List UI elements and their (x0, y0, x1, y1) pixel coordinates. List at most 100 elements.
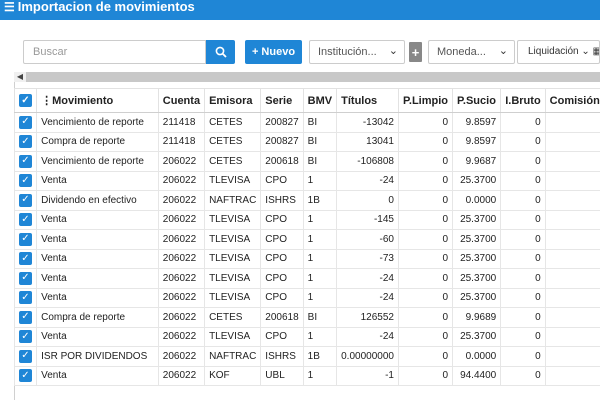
table-cell[interactable]: 0 (397, 209, 454, 230)
table-cell[interactable]: TLEVISA (204, 209, 262, 230)
table-cell[interactable]: 0 (500, 326, 546, 347)
table-cell[interactable]: BI (302, 112, 338, 133)
table-cell[interactable]: 0 (500, 190, 546, 211)
table-cell[interactable]: 0 (500, 209, 546, 230)
table-cell[interactable]: Dividendo en efectivo (36, 190, 159, 211)
table-cell[interactable]: 206022 (157, 307, 206, 328)
table-cell[interactable]: 0 (397, 248, 454, 269)
row-checkbox[interactable]: ✓ (13, 209, 38, 230)
table-cell[interactable]: 25.3700 (451, 326, 502, 347)
table-cell[interactable]: 0 (500, 365, 546, 386)
table-cell[interactable]: 0 (500, 287, 546, 308)
table-cell[interactable]: 1 (302, 248, 338, 269)
table-cell[interactable]: Venta (36, 326, 159, 347)
table-cell[interactable]: 1B (302, 190, 338, 211)
table-row[interactable]: ✓Venta206022TLEVISACPO1-24025.370000 (13, 287, 600, 308)
table-row[interactable]: ✓ Vencimiento de reporte 206022 CETES 200618… (13, 151, 600, 172)
table-cell[interactable]: 200618 (260, 151, 304, 172)
row-checkbox[interactable]: ✓ (13, 131, 38, 152)
table-cell[interactable]: Venta (36, 170, 159, 191)
row-checkbox[interactable]: ✓ (13, 170, 38, 191)
column-header-movimiento[interactable]: ⋮Movimiento (36, 88, 159, 113)
column-header-bmv[interactable]: BMV (302, 88, 338, 113)
column-header-emisora[interactable]: Emisora (204, 88, 262, 113)
table-cell[interactable]: 200618 (260, 307, 304, 328)
table-cell[interactable]: 1 (302, 287, 338, 308)
table-cell[interactable]: TLEVISA (204, 229, 262, 250)
table-cell[interactable]: Venta (36, 248, 159, 269)
table-row[interactable]: ✓ Vencimiento de reporte 211418 CETES 200827… (13, 112, 600, 133)
table-cell[interactable]: 206022 (157, 151, 206, 172)
table-cell[interactable]: Vencimiento de reporte (36, 112, 159, 133)
table-cell[interactable]: 0 (397, 307, 454, 328)
table-cell[interactable]: CPO (260, 287, 304, 308)
row-checkbox[interactable]: ✓ (13, 248, 38, 269)
table-cell[interactable]: CETES (204, 151, 262, 172)
table-cell[interactable]: ISR POR DIVIDENDOS (36, 346, 159, 367)
table-cell[interactable]: 0 (544, 268, 600, 289)
table-cell[interactable]: 0 (544, 326, 600, 347)
hamburger-icon[interactable]: ☰ (4, 0, 15, 14)
table-cell[interactable]: 206022 (157, 326, 206, 347)
table-cell[interactable]: 206022 (157, 268, 206, 289)
column-header-cuenta[interactable]: Cuenta (157, 88, 206, 113)
table-cell[interactable]: 1 (544, 229, 600, 250)
select-all-checkbox[interactable]: ✓ (13, 88, 38, 113)
table-cell[interactable]: 0 (397, 365, 454, 386)
table-cell[interactable]: CETES (204, 131, 262, 152)
table-cell[interactable]: Venta (36, 287, 159, 308)
table-cell[interactable]: 25.3700 (451, 287, 502, 308)
column-header-comision[interactable]: Comisión c (544, 88, 600, 113)
table-cell[interactable]: 9.9687 (451, 151, 502, 172)
table-cell[interactable]: 1B (302, 346, 338, 367)
table-cell[interactable]: 25.3700 (451, 209, 502, 230)
table-cell[interactable]: 0 (500, 112, 546, 133)
table-cell[interactable]: 211418 (157, 112, 206, 133)
row-checkbox[interactable]: ✓ (13, 326, 38, 347)
currency-select[interactable]: Moneda... ⌄ (428, 40, 515, 64)
table-cell[interactable]: -73 (336, 248, 399, 269)
table-row[interactable]: ✓Venta206022TLEVISACPO1-24025.370000 (13, 170, 600, 191)
row-checkbox[interactable]: ✓ (13, 287, 38, 308)
table-cell[interactable]: 0 (500, 248, 546, 269)
table-cell[interactable]: 206022 (157, 346, 206, 367)
table-cell[interactable]: -24 (336, 170, 399, 191)
table-cell[interactable]: Compra de reporte (36, 307, 159, 328)
search-input[interactable]: Buscar (23, 40, 206, 64)
table-cell[interactable]: 0 (500, 131, 546, 152)
table-cell[interactable]: 211418 (157, 131, 206, 152)
table-cell[interactable]: 25.3700 (451, 268, 502, 289)
table-cell[interactable]: 0 (397, 131, 454, 152)
table-cell[interactable]: TLEVISA (204, 287, 262, 308)
column-header-p-limpio[interactable]: P.Limpio (397, 88, 454, 113)
table-cell[interactable]: NAFTRAC (204, 190, 262, 211)
table-cell[interactable]: 1 (302, 209, 338, 230)
table-cell[interactable]: 0 (500, 170, 546, 191)
row-checkbox[interactable]: ✓ (13, 112, 38, 133)
table-cell[interactable]: 0 (397, 112, 454, 133)
table-cell[interactable]: 0 (500, 229, 546, 250)
table-row[interactable]: ✓Venta206022TLEVISACPO1-60025.370001 (13, 229, 600, 250)
table-cell[interactable]: 206022 (157, 365, 206, 386)
table-cell[interactable]: 0 (500, 307, 546, 328)
table-cell[interactable]: 126552 (336, 307, 399, 328)
table-cell[interactable]: BI (302, 131, 338, 152)
table-cell[interactable]: 13041 (336, 131, 399, 152)
table-cell[interactable]: Compra de reporte (36, 131, 159, 152)
table-cell[interactable]: 0 (500, 346, 546, 367)
table-cell[interactable]: 25.3700 (451, 170, 502, 191)
row-checkbox[interactable]: ✓ (13, 151, 38, 172)
table-cell[interactable]: 0 (397, 268, 454, 289)
table-cell[interactable] (544, 307, 600, 328)
table-cell[interactable]: UBL (260, 365, 304, 386)
table-cell[interactable]: 9.9689 (451, 307, 502, 328)
table-cell[interactable]: -1 (336, 365, 399, 386)
table-cell[interactable]: CPO (260, 268, 304, 289)
table-cell[interactable]: 0 (397, 190, 454, 211)
table-cell[interactable]: 0.0000 (451, 190, 502, 211)
table-cell[interactable]: CETES (204, 112, 262, 133)
table-row[interactable]: ✓ Dividendo en efectivo 206022 NAFTRAC ISHRS… (13, 190, 600, 211)
table-cell[interactable]: 4 (544, 209, 600, 230)
table-cell[interactable]: BI (302, 151, 338, 172)
row-checkbox[interactable]: ✓ (13, 190, 38, 211)
